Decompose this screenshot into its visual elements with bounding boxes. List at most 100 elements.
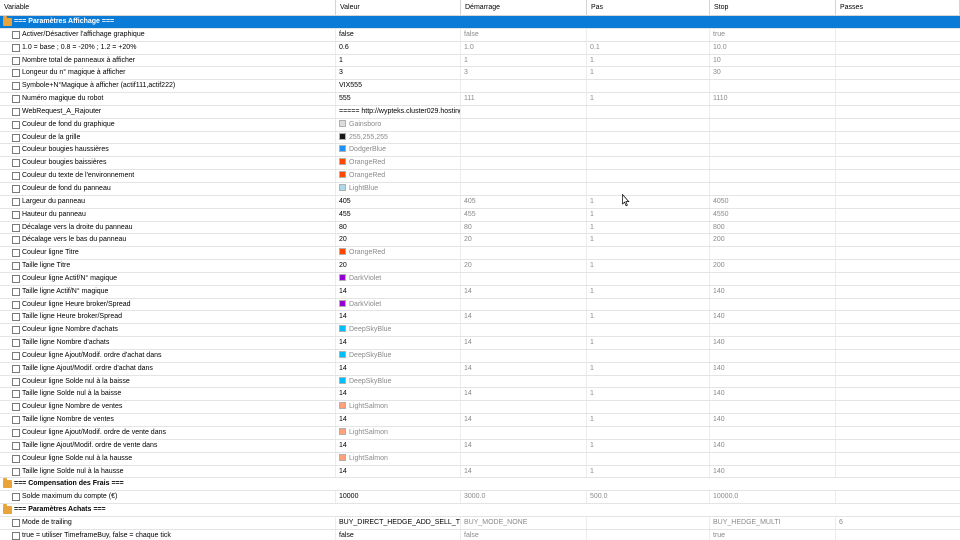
value-cell[interactable]: ===== http://wypteks.cluster029.hosting.… bbox=[336, 105, 461, 118]
start-cell[interactable]: BUY_MODE_NONE bbox=[461, 516, 587, 529]
stop-cell[interactable] bbox=[710, 144, 836, 157]
variable-cell[interactable]: Décalage vers la droite du panneau bbox=[0, 221, 336, 234]
optimize-checkbox[interactable] bbox=[12, 390, 20, 399]
variable-cell[interactable]: 1.0 = base ; 0.8 = -20% ; 1.2 = +20% bbox=[0, 41, 336, 54]
stop-cell[interactable]: 10000.0 bbox=[710, 491, 836, 504]
variable-cell[interactable]: Hauteur du panneau bbox=[0, 208, 336, 221]
start-cell[interactable]: 14 bbox=[461, 414, 587, 426]
stop-cell[interactable] bbox=[710, 349, 836, 362]
value-cell[interactable]: 10000 bbox=[336, 491, 461, 504]
start-cell[interactable] bbox=[461, 105, 587, 118]
optimize-checkbox[interactable] bbox=[12, 441, 20, 450]
variable-cell[interactable]: Couleur ligne Solde nul à la baisse bbox=[0, 375, 336, 388]
variable-cell[interactable]: Longeur du n° magique à afficher bbox=[0, 67, 336, 80]
optimize-checkbox[interactable] bbox=[12, 56, 20, 65]
start-cell[interactable]: 14 bbox=[461, 337, 587, 349]
start-cell[interactable] bbox=[461, 157, 587, 170]
optimize-checkbox[interactable] bbox=[12, 262, 20, 271]
optimize-checkbox[interactable] bbox=[12, 403, 20, 412]
optimize-checkbox[interactable] bbox=[12, 249, 20, 258]
variable-cell[interactable]: Couleur bougies baissières bbox=[0, 157, 336, 170]
stop-cell[interactable]: 140 bbox=[710, 285, 836, 298]
optimize-checkbox[interactable] bbox=[12, 493, 20, 502]
start-cell[interactable] bbox=[461, 144, 587, 157]
parameter-row[interactable]: Couleur ligne Titre OrangeRed bbox=[0, 247, 960, 261]
step-cell[interactable] bbox=[587, 182, 710, 195]
value-cell[interactable]: DeepSkyBlue bbox=[336, 349, 461, 362]
parameter-row[interactable]: Couleur ligne Nombre d'achats DeepSkyBlue bbox=[0, 324, 960, 338]
optimize-checkbox[interactable] bbox=[12, 82, 20, 91]
stop-cell[interactable]: 200 bbox=[710, 234, 836, 247]
value-cell[interactable]: DodgerBlue bbox=[336, 144, 461, 157]
section-row[interactable]: === Paramètres Achats === bbox=[0, 504, 960, 517]
start-cell[interactable]: 14 bbox=[461, 362, 587, 375]
value-cell[interactable]: LightBlue bbox=[336, 182, 461, 195]
step-cell[interactable] bbox=[587, 375, 710, 388]
parameter-row[interactable]: Activer/Désactiver l'affichage graphique… bbox=[0, 28, 960, 42]
stop-cell[interactable] bbox=[710, 298, 836, 311]
start-cell[interactable] bbox=[461, 118, 587, 131]
variable-cell[interactable]: Taille ligne Nombre de ventes bbox=[0, 414, 336, 426]
variable-cell[interactable]: Couleur ligne Titre bbox=[0, 247, 336, 260]
value-cell[interactable]: 3 bbox=[336, 67, 461, 80]
parameter-row[interactable]: Décalage vers la droite du panneau 80 80 1 8… bbox=[0, 221, 960, 235]
stop-cell[interactable]: 140 bbox=[710, 311, 836, 324]
optimize-checkbox[interactable] bbox=[12, 518, 20, 527]
step-cell[interactable]: 1 bbox=[587, 54, 710, 67]
parameter-row[interactable]: Couleur ligne Nombre de ventes LightSalmo… bbox=[0, 401, 960, 415]
value-cell[interactable]: DarkViolet bbox=[336, 298, 461, 311]
variable-cell[interactable]: Couleur du texte de l'environnement bbox=[0, 170, 336, 182]
variable-cell[interactable]: Couleur ligne Actif/N° magique bbox=[0, 272, 336, 285]
value-cell[interactable]: 455 bbox=[336, 208, 461, 221]
stop-cell[interactable]: 140 bbox=[710, 414, 836, 426]
start-cell[interactable]: 1.0 bbox=[461, 41, 587, 54]
variable-cell[interactable]: Taille ligne Solde nul à la baisse bbox=[0, 388, 336, 401]
stop-cell[interactable] bbox=[710, 324, 836, 337]
optimize-checkbox[interactable] bbox=[12, 30, 20, 39]
step-cell[interactable]: 1 bbox=[587, 414, 710, 426]
value-cell[interactable]: 20 bbox=[336, 260, 461, 272]
stop-cell[interactable]: 4550 bbox=[710, 208, 836, 221]
value-cell[interactable]: 14 bbox=[336, 311, 461, 324]
step-cell[interactable]: 1 bbox=[587, 285, 710, 298]
value-cell[interactable]: Gainsboro bbox=[336, 118, 461, 131]
step-cell[interactable] bbox=[587, 401, 710, 414]
step-cell[interactable]: 1 bbox=[587, 234, 710, 247]
parameter-row[interactable]: Couleur de fond du panneau LightBlue bbox=[0, 182, 960, 196]
stop-cell[interactable] bbox=[710, 105, 836, 118]
stop-cell[interactable]: 4050 bbox=[710, 195, 836, 208]
parameter-row[interactable]: Largeur du panneau 405 405 1 4050 bbox=[0, 195, 960, 209]
start-cell[interactable]: 14 bbox=[461, 311, 587, 324]
start-cell[interactable]: 20 bbox=[461, 234, 587, 247]
parameter-row[interactable]: Couleur du texte de l'environnement Orang… bbox=[0, 170, 960, 183]
optimize-checkbox[interactable] bbox=[12, 416, 20, 425]
parameter-row[interactable]: Hauteur du panneau 455 455 1 4550 bbox=[0, 208, 960, 222]
variable-cell[interactable]: Couleur ligne Nombre d'achats bbox=[0, 324, 336, 337]
column-header-step[interactable]: Pas bbox=[587, 0, 710, 15]
optimize-checkbox[interactable] bbox=[12, 69, 20, 78]
step-cell[interactable]: 1 bbox=[587, 388, 710, 401]
parameter-row[interactable]: Couleur ligne Solde nul à la baisse DeepS… bbox=[0, 375, 960, 389]
start-cell[interactable] bbox=[461, 427, 587, 439]
step-cell[interactable]: 1 bbox=[587, 93, 710, 105]
parameter-row[interactable]: Couleur bougies haussières DodgerBlue bbox=[0, 144, 960, 158]
step-cell[interactable]: 1 bbox=[587, 311, 710, 324]
parameter-row[interactable]: Longeur du n° magique à afficher 3 3 1 30 bbox=[0, 67, 960, 81]
column-header-passes[interactable]: Passes bbox=[836, 0, 960, 15]
step-cell[interactable] bbox=[587, 80, 710, 93]
step-cell[interactable]: 0.1 bbox=[587, 41, 710, 54]
parameter-row[interactable]: Solde maximum du compte (€) 10000 3000.0 50… bbox=[0, 491, 960, 505]
step-cell[interactable] bbox=[587, 131, 710, 144]
stop-cell[interactable] bbox=[710, 272, 836, 285]
optimize-checkbox[interactable] bbox=[12, 223, 20, 232]
value-cell[interactable]: 14 bbox=[336, 414, 461, 426]
parameter-row[interactable]: Couleur ligne Solde nul à la hausse Light… bbox=[0, 452, 960, 466]
optimize-checkbox[interactable] bbox=[12, 107, 20, 116]
parameter-row[interactable]: WebRequest_A_Rajouter ===== http://wyptek… bbox=[0, 105, 960, 119]
step-cell[interactable] bbox=[587, 529, 710, 540]
optimize-checkbox[interactable] bbox=[12, 159, 20, 168]
variable-cell[interactable]: Numéro magique du robot bbox=[0, 93, 336, 105]
step-cell[interactable]: 1 bbox=[587, 362, 710, 375]
variable-cell[interactable]: true = utiliser TimeframeBuy, false = ch… bbox=[0, 529, 336, 540]
optimize-checkbox[interactable] bbox=[12, 274, 20, 283]
